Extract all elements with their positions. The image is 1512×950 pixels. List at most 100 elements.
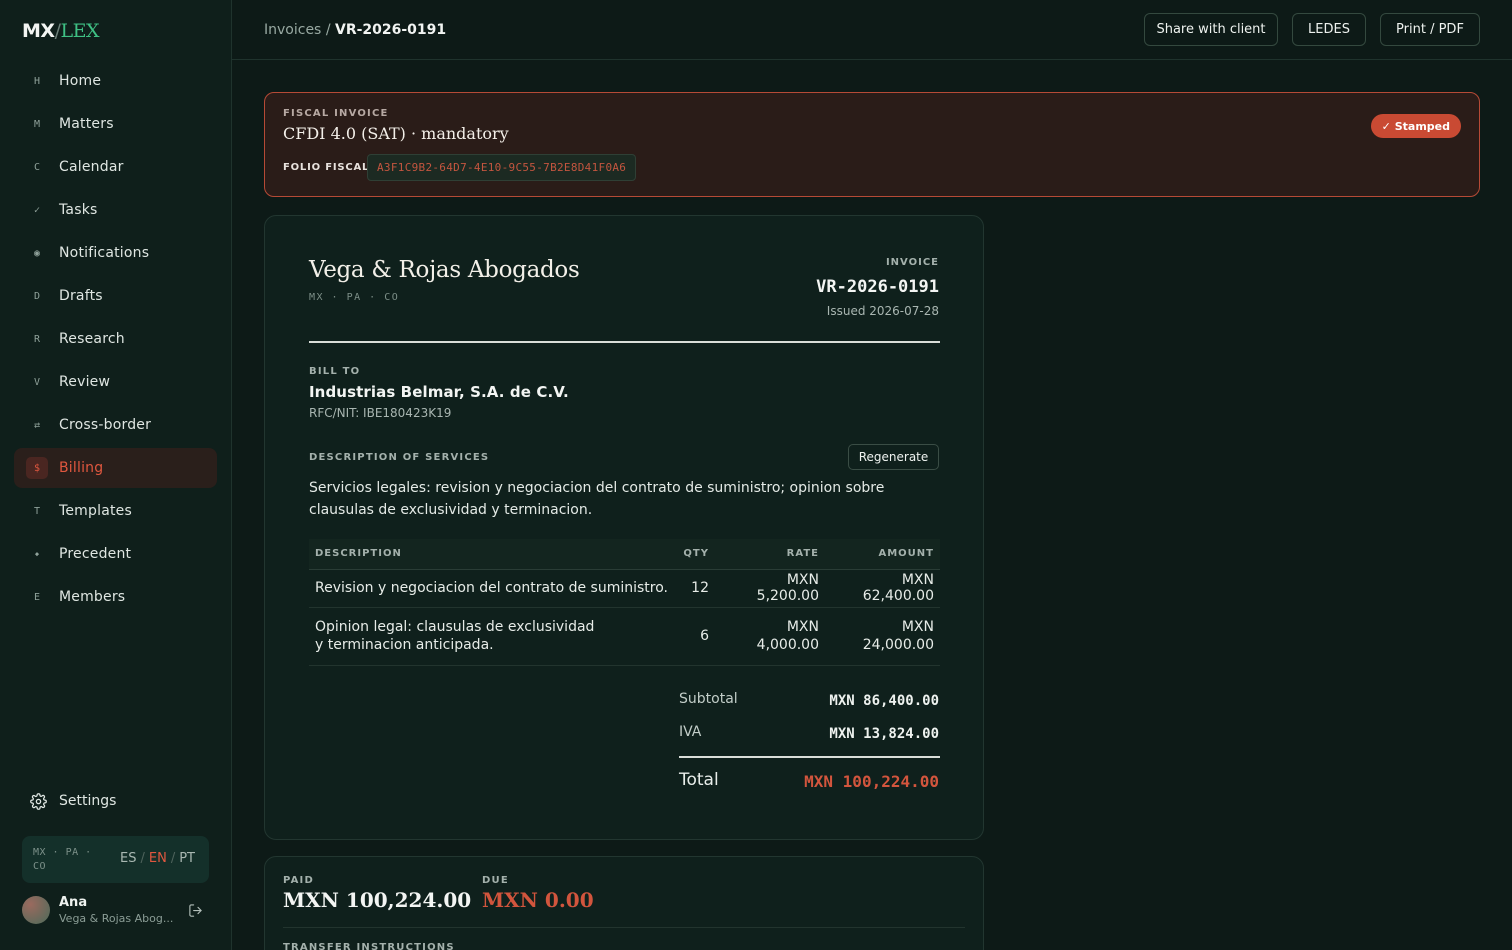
sidebar-item-members[interactable]: E Members bbox=[14, 577, 217, 617]
sidebar-item-label: Templates bbox=[59, 503, 132, 519]
invoice-document: Vega & Rojas Abogados MX · PA · CO INVOI… bbox=[264, 215, 984, 840]
language-option-pt[interactable]: PT bbox=[179, 851, 195, 866]
sidebar-item-tasks[interactable]: ✓ Tasks bbox=[14, 190, 217, 230]
sidebar-nav: H Home M Matters C Calendar ✓ Tasks ◉ Notific… bbox=[14, 61, 217, 620]
settings-link[interactable]: Settings bbox=[14, 781, 217, 821]
sidebar-item-label: Billing bbox=[59, 460, 104, 476]
paid-label: PAID bbox=[283, 875, 314, 886]
line-qty: 12 bbox=[675, 569, 715, 608]
total-label: Total bbox=[679, 770, 719, 790]
table-row: Opinion legal: clausulas de exclusividad… bbox=[309, 607, 940, 666]
sidebar-item-notifications[interactable]: ◉ Notifications bbox=[14, 233, 217, 273]
share-with-client-button[interactable]: Share with client bbox=[1144, 13, 1278, 46]
gear-icon bbox=[30, 792, 52, 810]
app-logo[interactable]: MX/LEX bbox=[22, 20, 99, 42]
swap-arrows-icon: ⇄ bbox=[33, 419, 41, 431]
logout-icon[interactable] bbox=[188, 903, 204, 919]
members-key-icon: E bbox=[33, 591, 41, 603]
language-selector: ES / EN / PT bbox=[120, 851, 195, 866]
line-amount: MXN 24,000.00 bbox=[825, 607, 940, 666]
iva-value: MXN 13,824.00 bbox=[829, 726, 939, 742]
line-rate: MXN 5,200.00 bbox=[715, 569, 825, 608]
header-divider bbox=[309, 341, 940, 343]
sidebar-item-label: Tasks bbox=[59, 202, 98, 218]
sidebar-item-cross-border[interactable]: ⇄ Cross-border bbox=[14, 405, 217, 445]
sidebar-item-label: Cross-border bbox=[59, 417, 152, 433]
table-header-row: DESCRIPTION QTY RATE AMOUNT bbox=[309, 539, 940, 570]
review-key-icon: V bbox=[33, 376, 41, 388]
firm-name: Vega & Rojas Abogados bbox=[309, 257, 580, 283]
sidebar-item-drafts[interactable]: D Drafts bbox=[14, 276, 217, 316]
sidebar-item-label: Notifications bbox=[59, 245, 150, 261]
line-rate: MXN 4,000.00 bbox=[715, 607, 825, 666]
user-profile[interactable]: Ana Vega & Rojas Abog... bbox=[22, 895, 212, 926]
payment-summary: PAID MXN 100,224.00 DUE MXN 0.00 TRANSFE… bbox=[264, 856, 984, 950]
client-name: Industrias Belmar, S.A. de C.V. bbox=[309, 383, 569, 401]
sidebar-item-templates[interactable]: T Templates bbox=[14, 491, 217, 531]
sidebar-item-label: Matters bbox=[59, 116, 114, 132]
folio-fiscal-value[interactable]: A3F1C9B2-64D7-4E10-9C55-7B2E8D41F0A6 bbox=[367, 154, 637, 181]
column-header-qty: QTY bbox=[675, 539, 715, 570]
sidebar-item-billing[interactable]: $ Billing bbox=[14, 448, 217, 488]
language-option-es[interactable]: ES bbox=[120, 851, 136, 866]
sidebar-item-label: Precedent bbox=[59, 546, 132, 562]
sidebar-item-label: Drafts bbox=[59, 288, 103, 304]
regenerate-button[interactable]: Regenerate bbox=[848, 444, 939, 470]
dollar-icon: $ bbox=[26, 457, 48, 479]
topbar: Invoices / VR-2026-0191 Share with clien… bbox=[232, 0, 1512, 60]
total-value: MXN 100,224.00 bbox=[804, 772, 939, 791]
firm-jurisdictions: MX · PA · CO bbox=[309, 292, 400, 303]
line-amount: MXN 62,400.00 bbox=[825, 569, 940, 608]
line-description: Revision y negociacion del contrato de s… bbox=[309, 569, 675, 608]
description-of-services-label: DESCRIPTION OF SERVICES bbox=[309, 452, 490, 463]
checkmark-icon: ✓ bbox=[33, 204, 41, 216]
sidebar-item-label: Members bbox=[59, 589, 126, 605]
language-option-en[interactable]: EN bbox=[149, 851, 167, 866]
breadcrumb-separator: / bbox=[325, 22, 331, 38]
fiscal-invoice-banner: FISCAL INVOICE CFDI 4.0 (SAT) · mandator… bbox=[264, 92, 1480, 197]
breadcrumb-invoices[interactable]: Invoices bbox=[264, 22, 321, 38]
drafts-key-icon: D bbox=[33, 290, 41, 302]
breadcrumb-current: VR-2026-0191 bbox=[334, 22, 447, 38]
settings-label: Settings bbox=[59, 793, 117, 809]
diamond-icon: ◆ bbox=[34, 550, 40, 558]
dot-circle-icon: ◉ bbox=[33, 247, 41, 259]
sidebar-item-research[interactable]: R Research bbox=[14, 319, 217, 359]
subtotal-label: Subtotal bbox=[679, 691, 738, 707]
sidebar-item-precedent[interactable]: ◆ Precedent bbox=[14, 534, 217, 574]
templates-key-icon: T bbox=[33, 505, 41, 517]
sidebar-item-label: Home bbox=[59, 73, 102, 89]
due-value: MXN 0.00 bbox=[482, 888, 594, 912]
paid-value: MXN 100,224.00 bbox=[283, 888, 472, 912]
sidebar-item-matters[interactable]: M Matters bbox=[14, 104, 217, 144]
language-separator: / bbox=[170, 851, 176, 866]
jurisdiction-language-switcher: MX · PA · CO ES / EN / PT bbox=[22, 836, 209, 883]
invoice-number: VR-2026-0191 bbox=[816, 277, 939, 297]
print-pdf-button[interactable]: Print / PDF bbox=[1380, 13, 1480, 46]
bill-to-label: BILL TO bbox=[309, 366, 361, 377]
invoice-label: INVOICE bbox=[885, 257, 939, 268]
invoice-issued-date: Issued 2026-07-28 bbox=[826, 304, 939, 318]
avatar bbox=[22, 896, 50, 924]
transfer-instructions-label: TRANSFER INSTRUCTIONS bbox=[283, 942, 455, 950]
home-key-icon: H bbox=[33, 75, 41, 87]
language-separator: / bbox=[140, 851, 145, 866]
user-name: Ana bbox=[59, 895, 88, 910]
sidebar-item-review[interactable]: V Review bbox=[14, 362, 217, 402]
fiscal-eyebrow: FISCAL INVOICE bbox=[283, 108, 389, 119]
matters-key-icon: M bbox=[33, 118, 41, 130]
calendar-key-icon: C bbox=[33, 161, 41, 173]
sidebar-item-home[interactable]: H Home bbox=[14, 61, 217, 101]
logo-lex: LEX bbox=[60, 20, 99, 42]
line-qty: 6 bbox=[675, 607, 715, 666]
ledes-button[interactable]: LEDES bbox=[1292, 13, 1366, 46]
payment-divider bbox=[283, 927, 965, 928]
user-firm: Vega & Rojas Abog... bbox=[59, 912, 174, 925]
subtotal-value: MXN 86,400.00 bbox=[829, 693, 939, 709]
logo-mx: MX bbox=[22, 20, 55, 42]
line-description: Opinion legal: clausulas de exclusividad… bbox=[309, 607, 675, 666]
fiscal-title: CFDI 4.0 (SAT) · mandatory bbox=[283, 124, 509, 143]
research-key-icon: R bbox=[33, 333, 41, 345]
totals-divider bbox=[679, 756, 940, 758]
sidebar-item-calendar[interactable]: C Calendar bbox=[14, 147, 217, 187]
